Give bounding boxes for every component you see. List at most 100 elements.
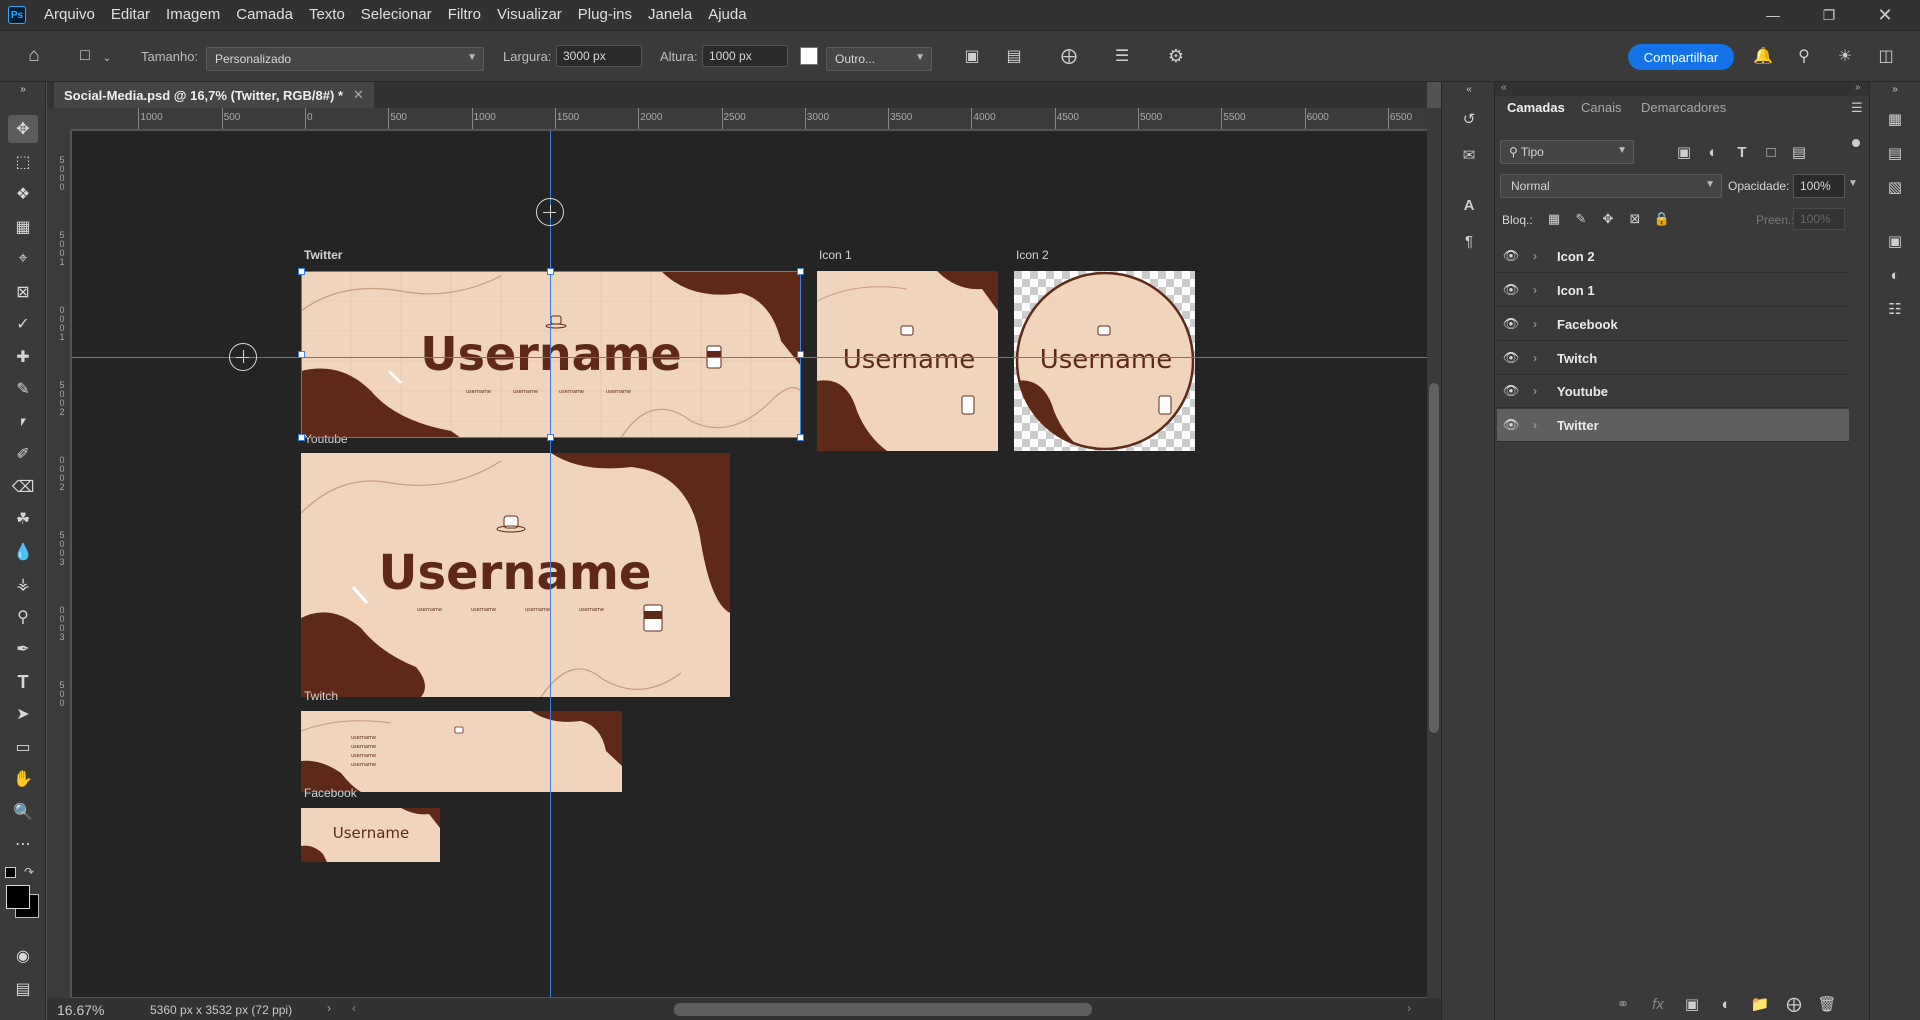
layer-row-facebook[interactable]: 👁 › Facebook (1497, 308, 1849, 341)
path-select-icon[interactable]: ➤ (8, 700, 38, 728)
vertical-scrollbar-thumb[interactable] (1429, 383, 1439, 733)
restore-icon[interactable]: ❐ (1801, 0, 1857, 30)
artboard-label-twitch[interactable]: Twitch (304, 689, 338, 703)
eraser-icon[interactable]: ⌫ (8, 473, 38, 501)
object-select-icon[interactable]: ▦ (8, 213, 38, 241)
transform-handle[interactable] (797, 434, 804, 441)
eyedropper-icon[interactable]: ✓ (8, 310, 38, 338)
bell-icon[interactable]: 🔔 (1750, 43, 1776, 69)
chevron-right-icon[interactable]: › (1525, 351, 1545, 365)
add-mask-icon[interactable]: ▣ (1679, 991, 1705, 1017)
artboard-youtube[interactable]: Username username username username user… (301, 453, 730, 697)
dodge-tool-icon[interactable]: ⚶ (8, 570, 38, 598)
paint-bucket-icon[interactable]: ☘ (8, 505, 38, 533)
horizontal-scrollbar-thumb[interactable] (674, 1003, 1092, 1016)
menu-visualizar[interactable]: Visualizar (489, 0, 570, 30)
layer-row-icon2[interactable]: 👁 › Icon 2 (1497, 240, 1849, 273)
artboard-twitch[interactable]: username username username username (301, 711, 622, 792)
menu-camada[interactable]: Camada (228, 0, 301, 30)
chevron-right-icon[interactable]: › (1525, 249, 1545, 263)
pen-tool-icon[interactable]: ✒ (8, 635, 38, 663)
swatches-panel-icon[interactable]: ▦ (1882, 106, 1908, 132)
expand-icon[interactable]: » (8, 82, 38, 96)
eye-icon[interactable]: 👁 (1497, 316, 1525, 332)
menu-ajuda[interactable]: Ajuda (700, 0, 754, 30)
transform-handle[interactable] (797, 268, 804, 275)
lightbulb-icon[interactable]: ☀ (1832, 43, 1858, 69)
transform-handle[interactable] (547, 268, 554, 275)
guide-vertical[interactable] (550, 131, 551, 997)
close-icon[interactable]: ✕ (1857, 0, 1913, 30)
search-icon[interactable]: ⚲ (1791, 43, 1817, 69)
expand-icon[interactable]: » (1855, 82, 1861, 93)
hand-tool-icon[interactable]: ✋ (8, 765, 38, 793)
chevron-right-icon[interactable]: › (1525, 283, 1545, 297)
eye-icon[interactable]: 👁 (1497, 282, 1525, 298)
add-artboard-icon[interactable]: ⨁ (1056, 43, 1082, 69)
menu-selecionar[interactable]: Selecionar (353, 0, 440, 30)
chevron-right-icon[interactable]: › (1525, 418, 1545, 432)
libraries-panel-icon[interactable]: ☷ (1882, 296, 1908, 322)
transform-handle[interactable] (298, 434, 305, 441)
menu-filtro[interactable]: Filtro (440, 0, 489, 30)
workspace-icon[interactable]: ◫ (1873, 43, 1899, 69)
filter-pixel-icon[interactable]: ▣ (1671, 139, 1697, 165)
add-artboard-left-icon[interactable] (229, 343, 257, 371)
menu-plugins[interactable]: Plug-ins (570, 0, 640, 30)
transform-handle[interactable] (298, 268, 305, 275)
zoom-tool-icon[interactable]: 🔍 (8, 798, 38, 826)
lasso-tool-icon[interactable]: ❖ (8, 180, 38, 208)
expand-icon[interactable]: » (1882, 82, 1908, 96)
width-input[interactable]: 3000 px (556, 45, 642, 67)
chevron-right-icon[interactable]: › (1525, 317, 1545, 331)
chevron-right-icon[interactable]: › (327, 1001, 331, 1015)
move-tool-icon[interactable]: ✥ (8, 115, 38, 143)
new-layer-icon[interactable]: ⨁ (1781, 991, 1807, 1017)
layer-row-twitch[interactable]: 👁 › Twitch (1497, 342, 1849, 375)
height-input[interactable]: 1000 px (702, 45, 788, 67)
brush-tool-icon[interactable]: ✎ (8, 375, 38, 403)
blend-mode-dropdown[interactable]: Normal ▼ (1500, 174, 1722, 198)
add-artboard-top-icon[interactable] (536, 198, 564, 226)
new-group-icon[interactable]: 📁 (1747, 991, 1773, 1017)
document-info[interactable]: 5360 px x 3532 px (72 ppi) (150, 1003, 292, 1017)
collapse-icon[interactable]: « (1501, 82, 1507, 93)
fill-input[interactable]: 100% (1793, 208, 1845, 230)
size-dropdown[interactable]: Personalizado ▼ (206, 47, 484, 71)
home-icon[interactable]: ⌂ (21, 43, 47, 69)
paragraph-panel-icon[interactable]: ¶ (1456, 228, 1482, 254)
other-dropdown[interactable]: Outro... ▼ (826, 47, 932, 71)
minimize-icon[interactable]: — (1745, 0, 1801, 30)
filter-shape-icon[interactable]: □ (1758, 139, 1784, 165)
lock-pixels-icon[interactable]: ✎ (1568, 206, 1594, 232)
artboard-label-twitter[interactable]: Twitter (304, 248, 342, 262)
layer-row-youtube[interactable]: 👁 › Youtube (1497, 375, 1849, 408)
layer-filter-dropdown[interactable]: ⚲ Tipo ▼ (1500, 140, 1634, 164)
frame-tool-icon[interactable]: ⊠ (8, 278, 38, 306)
filter-type-icon[interactable]: T (1729, 139, 1755, 165)
chevron-right-icon[interactable]: › (1525, 384, 1545, 398)
history-brush-icon[interactable]: ✐ (8, 440, 38, 468)
gear-icon[interactable]: ⚙ (1163, 43, 1189, 69)
transform-handle[interactable] (547, 434, 554, 441)
menu-imagem[interactable]: Imagem (158, 0, 228, 30)
link-layers-icon[interactable]: ⚭ (1610, 991, 1636, 1017)
document-tab[interactable]: Social-Media.psd @ 16,7% (Twitter, RGB/8… (54, 82, 374, 108)
eye-icon[interactable]: 👁 (1497, 350, 1525, 366)
properties-panel-icon[interactable]: ▣ (1882, 228, 1908, 254)
artboard-label-icon1[interactable]: Icon 1 (819, 248, 852, 262)
burn-tool-icon[interactable]: ⚲ (8, 603, 38, 631)
canvas-area[interactable]: Twitter Username username username usern… (72, 131, 1427, 997)
layer-row-twitter[interactable]: 👁 › Twitter (1497, 409, 1849, 442)
scroll-left-icon[interactable]: ‹ (352, 1001, 356, 1015)
swap-colors-icon[interactable]: ↷ (24, 865, 34, 879)
lock-position-icon[interactable]: ✥ (1595, 206, 1621, 232)
menu-editar[interactable]: Editar (103, 0, 158, 30)
adjustments-panel-icon[interactable]: ◐ (1882, 262, 1908, 288)
artboard-label-icon2[interactable]: Icon 2 (1016, 248, 1049, 262)
menu-arquivo[interactable]: Arquivo (36, 0, 103, 30)
panel-menu-icon[interactable]: ☰ (1851, 100, 1863, 116)
artboard-tool-icon[interactable]: □ (72, 43, 98, 69)
lock-all-icon[interactable]: 🔒 (1649, 206, 1675, 232)
rectangle-tool-icon[interactable]: ▭ (8, 733, 38, 761)
